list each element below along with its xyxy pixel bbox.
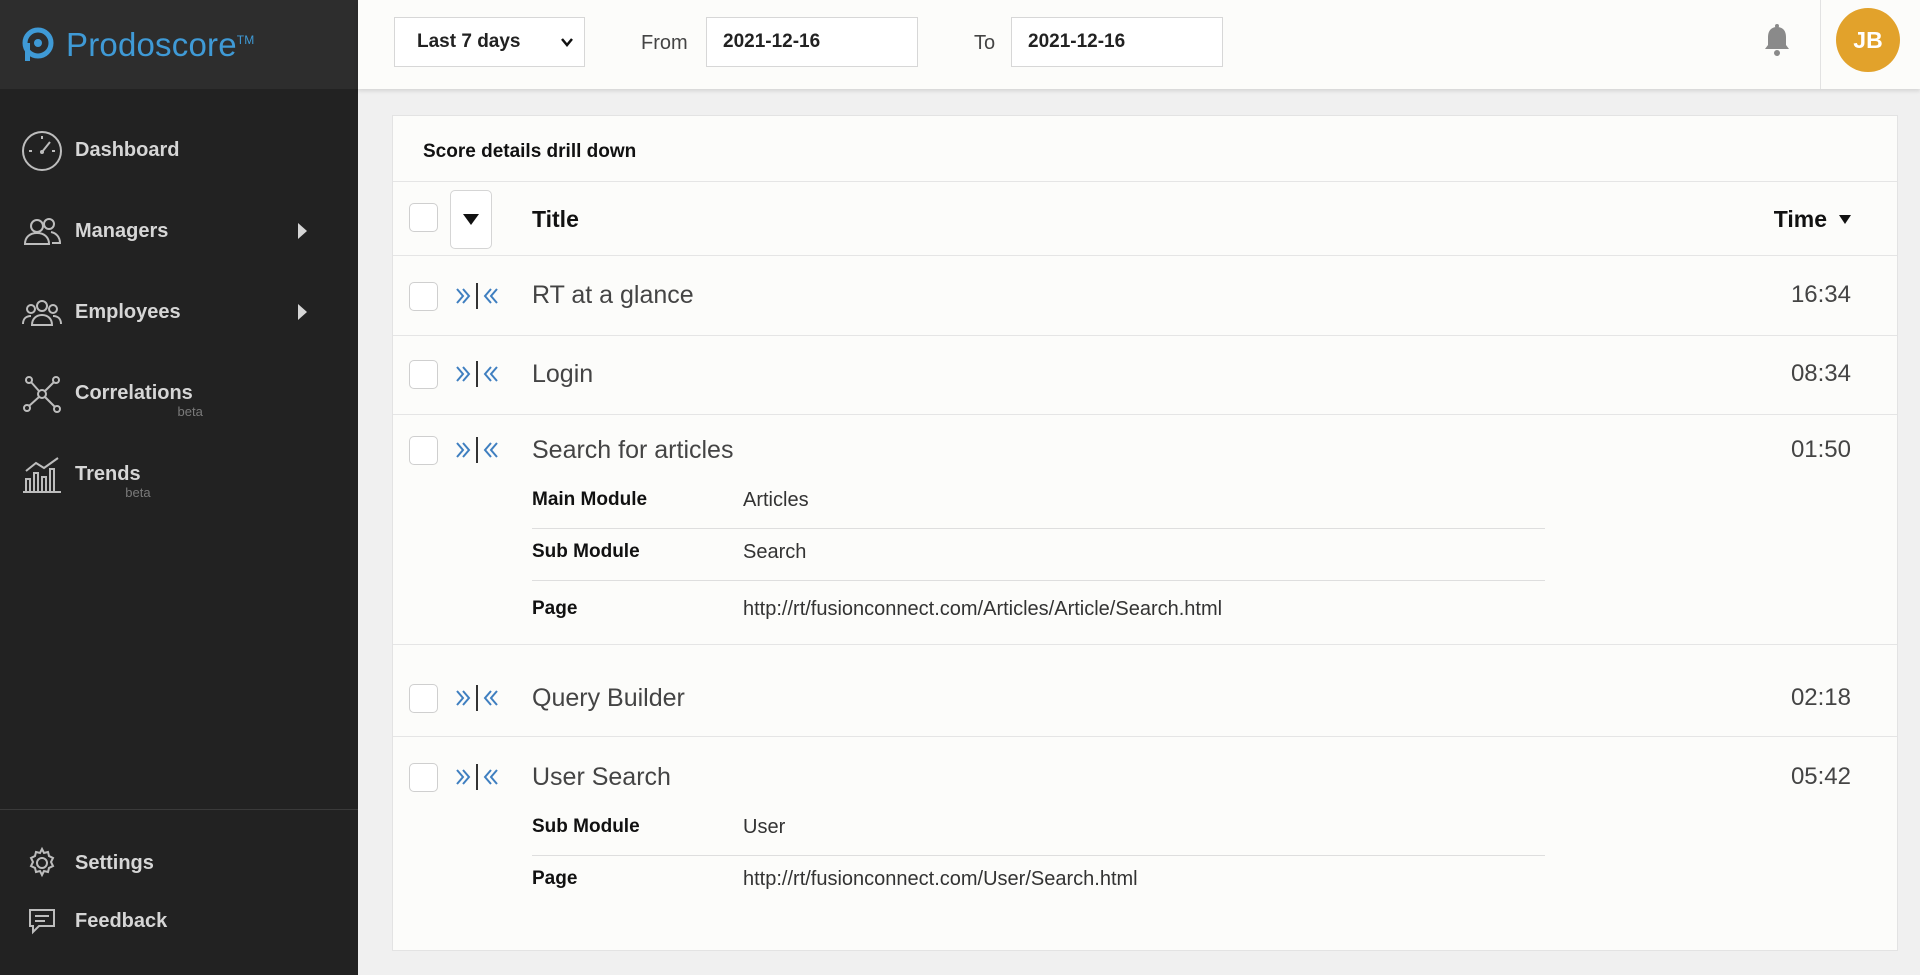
from-label: From	[641, 32, 688, 54]
top-bar: Last 7 days From To JB	[358, 0, 1920, 89]
select-all-checkbox[interactable]	[409, 203, 438, 232]
sidebar-footer: Settings Feedback	[0, 809, 358, 950]
nav-item-feedback[interactable]: Feedback	[0, 892, 358, 950]
to-label: To	[974, 32, 996, 54]
row-time: 16:34	[1790, 281, 1851, 308]
network-icon	[20, 372, 64, 416]
brand-logo[interactable]: ProdoscoreTM	[0, 0, 358, 89]
detail-row: Page http://rt/fusionconnect.com/User/Se…	[532, 856, 1545, 908]
detail-key: Main Module	[532, 489, 648, 510]
detail-row: Sub Module User	[532, 804, 1545, 856]
detail-row: Page http://rt/fusionconnect.com/Article…	[532, 586, 1545, 638]
top-divider	[1820, 0, 1821, 89]
sidebar: ProdoscoreTM Dashboard Managers Employee…	[0, 0, 358, 975]
detail-value: Search	[743, 541, 807, 563]
row-checkbox[interactable]	[409, 763, 438, 792]
divider	[393, 181, 1897, 182]
row-checkbox[interactable]	[409, 282, 438, 311]
divider	[393, 335, 1897, 336]
nav-item-label: Trends beta	[75, 463, 151, 500]
nav-item-label: Dashboard	[75, 139, 180, 161]
gauge-icon	[20, 129, 64, 173]
nav-item-settings[interactable]: Settings	[0, 834, 358, 892]
beta-badge: beta	[125, 485, 151, 500]
row-title: Query Builder	[532, 684, 685, 712]
chevron-right-icon[interactable]	[298, 223, 307, 239]
detail-row: Sub Module Search	[532, 529, 1545, 581]
card-title: Score details drill down	[423, 141, 637, 162]
detail-divider	[532, 580, 1545, 581]
nav-item-employees[interactable]: Employees	[0, 272, 358, 353]
row-title: User Search	[532, 763, 671, 791]
detail-row: Main Module Articles	[532, 477, 1545, 529]
row-checkbox[interactable]	[409, 360, 438, 389]
divider	[393, 414, 1897, 415]
to-date-input[interactable]	[1011, 17, 1223, 67]
column-header-time[interactable]: Time	[1774, 206, 1851, 233]
row-time: 02:18	[1790, 684, 1851, 711]
bulk-action-dropdown[interactable]	[450, 190, 492, 249]
divider	[393, 736, 1897, 737]
beta-badge: beta	[177, 404, 203, 419]
date-range-value: Last 7 days	[417, 31, 521, 52]
row-title: Login	[532, 360, 594, 388]
sort-desc-icon	[1839, 215, 1851, 224]
detail-key: Sub Module	[532, 541, 640, 562]
bell-icon[interactable]	[1762, 24, 1792, 58]
column-header-title[interactable]: Title	[532, 206, 579, 233]
divider	[393, 255, 1897, 256]
caret-down-icon	[463, 214, 479, 225]
brand-name: ProdoscoreTM	[66, 25, 255, 63]
row-checkbox[interactable]	[409, 436, 438, 465]
from-date-input[interactable]	[706, 17, 918, 67]
detail-key: Page	[532, 868, 578, 889]
detail-key: Sub Module	[532, 816, 640, 837]
nav-item-managers[interactable]: Managers	[0, 191, 358, 272]
chevron-right-icon[interactable]	[298, 304, 307, 320]
divider	[393, 644, 1897, 645]
expand-collapse-icon[interactable]	[455, 280, 501, 312]
detail-value[interactable]: http://rt/fusionconnect.com/User/Search.…	[743, 868, 1138, 891]
expand-collapse-icon[interactable]	[455, 358, 501, 390]
date-range-select[interactable]: Last 7 days	[394, 17, 585, 67]
brand-trademark: TM	[236, 32, 255, 47]
row-checkbox[interactable]	[409, 684, 438, 713]
nav-item-correlations[interactable]: Correlations beta	[0, 353, 358, 434]
detail-value[interactable]: http://rt/fusionconnect.com/Articles/Art…	[743, 598, 1222, 621]
row-time: 01:50	[1790, 436, 1851, 463]
nav-item-trends[interactable]: Trends beta	[0, 434, 358, 515]
chevron-down-icon	[560, 33, 574, 47]
main-nav: Dashboard Managers Employees Correlation…	[0, 110, 358, 515]
nav-item-label: Managers	[75, 220, 169, 242]
nav-item-label: Feedback	[75, 909, 168, 932]
nav-item-label: Employees	[75, 301, 181, 323]
expand-collapse-icon[interactable]	[455, 682, 501, 714]
nav-item-label: Settings	[75, 851, 154, 874]
gear-icon	[20, 841, 64, 885]
chat-icon	[20, 899, 64, 943]
trend-chart-icon	[20, 453, 64, 497]
group-icon	[20, 291, 64, 335]
avatar[interactable]: JB	[1836, 8, 1900, 72]
nav-item-dashboard[interactable]: Dashboard	[0, 110, 358, 191]
detail-value: User	[743, 816, 786, 838]
score-details-card: Score details drill down Title Time RT a…	[392, 115, 1898, 951]
expand-collapse-icon[interactable]	[455, 761, 501, 793]
row-time: 05:42	[1790, 763, 1851, 790]
row-title: RT at a glance	[532, 281, 694, 309]
expand-collapse-icon[interactable]	[455, 434, 501, 466]
nav-item-label: Correlations beta	[75, 382, 203, 419]
detail-key: Page	[532, 598, 578, 619]
detail-value: Articles	[743, 489, 809, 511]
prodoscore-logo-icon	[20, 27, 56, 63]
row-title: Search for articles	[532, 436, 734, 464]
users-icon	[20, 210, 64, 254]
row-time: 08:34	[1790, 360, 1851, 387]
